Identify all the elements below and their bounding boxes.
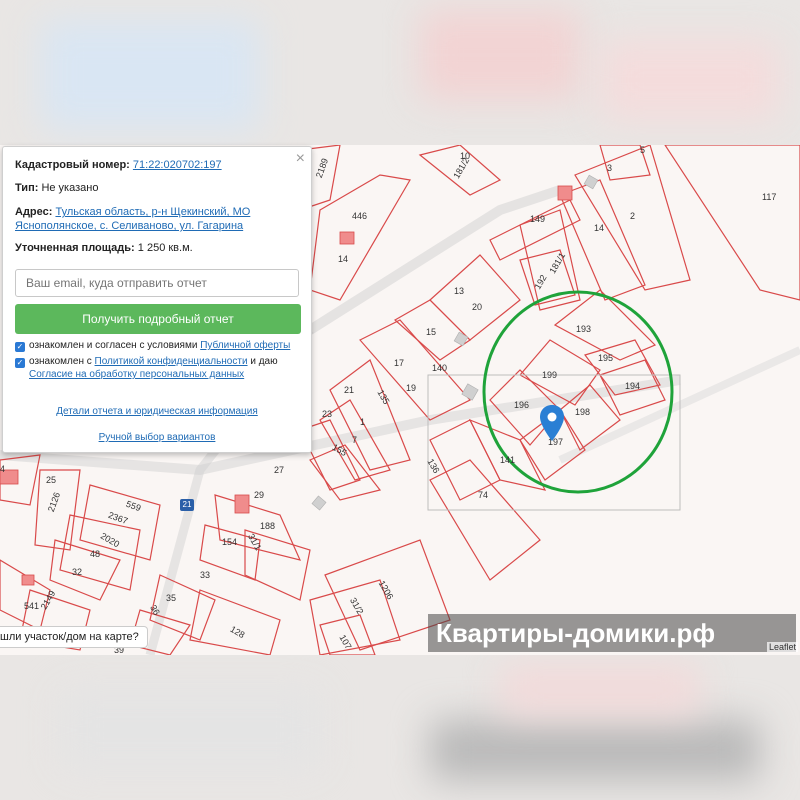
parcel-label: 31/2 [348, 595, 366, 617]
details-link[interactable]: Детали отчета и юридическая информация [56, 406, 258, 417]
parcel-label: 32 [72, 567, 83, 577]
offer-checkbox-row: ✓ ознакомлен и согласен с условиями Публи… [15, 340, 290, 352]
parcel-label: 25 [46, 475, 57, 485]
parcel-label: 2 [630, 211, 636, 221]
consent-link[interactable]: Согласие на обработку персональных данны… [29, 369, 244, 380]
parcel-label: 19 [406, 383, 417, 393]
parcel-info-popup: × Кадастровый номер: 71:22:020702:197 Ти… [2, 146, 312, 453]
parcel-label: 15 [426, 327, 437, 337]
parcel-label: 135 [375, 387, 392, 407]
offer-link[interactable]: Публичной оферты [200, 340, 290, 351]
route-sign-icon: 21 [180, 499, 194, 511]
parcel-label: 2020 [98, 530, 122, 550]
email-input[interactable] [15, 269, 299, 297]
parcel-label: 33 [200, 570, 211, 580]
parcel-label: 196 [514, 400, 530, 410]
parcel-label: 128 [228, 623, 247, 641]
area-value: 1 250 кв.м. [137, 242, 193, 254]
parcel-label: 2367 [106, 509, 130, 527]
parcel-label: 192 [532, 272, 549, 292]
privacy-text: ознакомлен с [29, 356, 95, 367]
found-parcel-question[interactable]: шли участок/дом на карте? [0, 626, 148, 648]
privacy-checkbox[interactable]: ✓ [15, 358, 25, 368]
parcel-label: 2126 [45, 490, 63, 514]
privacy-tail: и даю [247, 356, 278, 367]
parcel-label: 1 [360, 417, 366, 427]
address-link-line2[interactable]: Яснополянское, с. Селиваново, ул. Гагари… [15, 220, 243, 232]
location-marker[interactable] [540, 405, 564, 441]
cadastral-number-row: Кадастровый номер: 71:22:020702:197 [15, 159, 222, 171]
parcel-label: 5 [640, 145, 646, 155]
leaflet-attribution[interactable]: Leaflet [766, 642, 798, 652]
parcel-label: 193 [576, 324, 592, 334]
parcel-label: 2189 [313, 156, 331, 180]
type-label: Тип: [15, 182, 39, 194]
parcel-label: 29 [254, 490, 265, 500]
type-row: Тип: Не указано [15, 182, 98, 194]
parcel-label: 48 [90, 549, 101, 559]
parcel-label: 155 [330, 441, 349, 459]
parcel-label: 3 [607, 163, 613, 173]
parcel-label: 2149 [38, 588, 58, 612]
parcel-label: 559 [124, 498, 143, 514]
parcel-label: 74 [478, 490, 489, 500]
parcel-label: 10 [460, 151, 471, 161]
address-row: Адрес: Тульская область, р-н Щекинский, … [15, 205, 250, 233]
parcel-label: 36 [148, 603, 162, 617]
parcel-label: 27 [274, 465, 285, 475]
manual-choice-link[interactable]: Ручной выбор вариантов [99, 432, 216, 443]
parcel-label: 140 [432, 363, 448, 373]
site-watermark: Квартиры-домики.рф [428, 614, 796, 652]
parcel-label: 198 [575, 407, 591, 417]
address-link-line1[interactable]: Тульская область, р-н Щекинский, МО [55, 206, 250, 218]
cadastral-number-label: Кадастровый номер: [15, 159, 130, 171]
parcel-label: 154 [222, 537, 238, 547]
parcel-label: 199 [542, 370, 558, 380]
details-link-row: Детали отчета и юридическая информация [3, 406, 311, 417]
privacy-link[interactable]: Политикой конфиденциальности [95, 356, 248, 367]
parcel-label: 35 [166, 593, 177, 603]
parcel-label: 136 [425, 456, 442, 476]
parcel-label: 141 [500, 455, 516, 465]
parcel-label: 149 [530, 214, 546, 224]
area-label: Уточненная площадь: [15, 242, 135, 254]
manual-link-row: Ручной выбор вариантов [3, 432, 311, 443]
parcel-label: 14 [338, 254, 349, 264]
parcel-label: 446 [352, 211, 368, 221]
parcel-label: 1206 [376, 578, 396, 602]
watermark-text: Квартиры-домики.рф [436, 618, 716, 648]
parcel-label: 17 [394, 358, 405, 368]
type-value: Не указано [41, 182, 99, 194]
close-icon[interactable]: × [296, 151, 305, 167]
address-label: Адрес: [15, 206, 53, 218]
parcel-label: 181/1 [547, 250, 568, 276]
parcel-label: 188 [260, 521, 276, 531]
parcel-label: 21 [344, 385, 355, 395]
area-row: Уточненная площадь: 1 250 кв.м. [15, 242, 193, 254]
privacy-checkbox-row: ✓ ознакомлен с Политикой конфиденциальнос… [15, 355, 278, 381]
parcel-label: 107 [337, 632, 354, 652]
parcel-label: 4 [0, 464, 6, 474]
map-pin-icon [540, 405, 564, 441]
parcel-label: 20 [472, 302, 483, 312]
offer-checkbox[interactable]: ✓ [15, 342, 25, 352]
parcel-label: 117 [762, 192, 777, 202]
parcel-label: 13 [454, 286, 465, 296]
cadastral-number-link[interactable]: 71:22:020702:197 [133, 159, 222, 171]
parcel-label: 7 [352, 435, 358, 445]
parcel-label: 31/1 [246, 531, 264, 553]
parcel-label: 14 [594, 223, 605, 233]
get-report-button[interactable]: Получить подробный отчет [15, 304, 301, 334]
parcel-label: 195 [598, 353, 614, 363]
offer-text: ознакомлен и согласен с условиями [29, 340, 201, 351]
parcel-label: 23 [322, 409, 333, 419]
parcel-label: 541 [24, 601, 40, 611]
parcel-label: 194 [625, 381, 641, 391]
